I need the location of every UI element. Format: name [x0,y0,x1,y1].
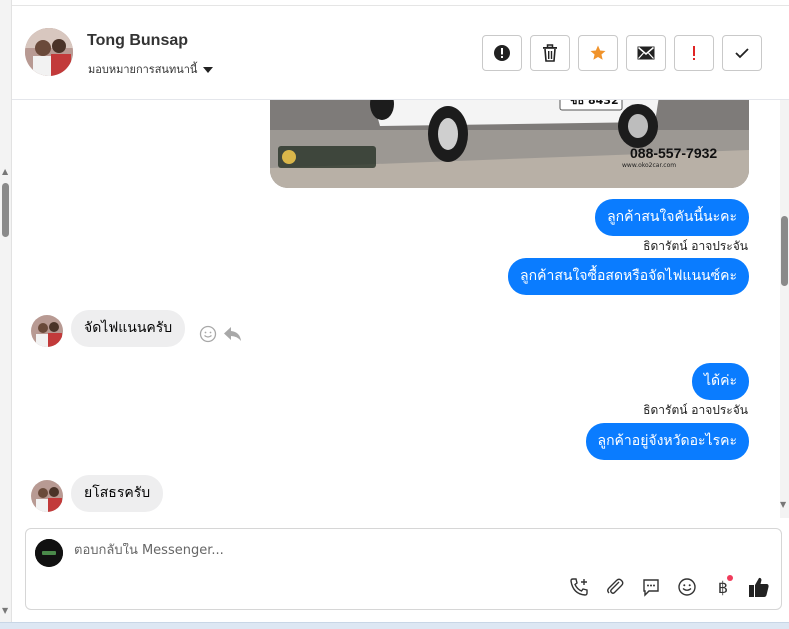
phone-number-text: 088-557-7932 [630,145,718,161]
saved-replies-button[interactable] [639,575,663,599]
notification-dot [727,575,733,581]
caret-down-icon [203,66,214,73]
message-thread[interactable]: ชธ 8432 088-557-7932 www.oko2car.com ลูก… [12,100,780,518]
reply-arrow-icon[interactable] [223,325,243,343]
page-avatar [35,539,63,567]
chat-bubble-icon [643,579,659,597]
incoming-message[interactable]: ยโสธรครับ [71,475,164,512]
phone-plus-icon [570,578,588,596]
checkmark-icon [735,48,749,59]
right-scrollbar-thumb[interactable] [781,216,788,286]
trash-icon [543,44,557,62]
report-spam-button[interactable] [482,35,522,71]
call-button[interactable] [567,575,591,599]
outgoing-message[interactable]: ลูกค้าสนใจซื้อสดหรือจัดไฟแนนซ์คะ [508,258,749,295]
composer-tools: ฿ [567,575,771,599]
contact-avatar[interactable] [25,28,73,76]
sender-name: ธิดารัตน์ อาจประจัน [643,239,748,253]
contact-avatar-small[interactable] [31,315,63,347]
sender-name: ธิดารัตน์ อาจประจัน [643,403,748,417]
thumbs-up-icon [749,577,769,597]
bottom-strip [0,622,789,629]
scroll-down-arrow-icon[interactable]: ▼ [2,606,8,615]
star-icon [590,45,606,60]
outgoing-message[interactable]: ได้ค่ะ [691,363,749,400]
mark-done-button[interactable] [722,35,762,71]
scroll-down-arrow-icon[interactable]: ▼ [780,500,786,509]
website-text: www.oko2car.com [622,162,677,169]
mark-important-button[interactable] [674,35,714,71]
contact-name: Tong Bunsap [87,32,189,49]
baht-icon: ฿ [717,577,729,597]
mark-unread-button[interactable] [626,35,666,71]
payment-button[interactable]: ฿ [711,575,735,599]
license-plate-text: ชธ 8432 [570,100,619,107]
scroll-up-arrow-icon[interactable]: ▲ [2,167,8,176]
delete-button[interactable] [530,35,570,71]
car-photo-attachment[interactable]: ชธ 8432 088-557-7932 www.oko2car.com [270,100,749,188]
attach-button[interactable] [603,575,627,599]
conversation-header: Tong Bunsap มอบหมายการสนทนานี้ [12,6,789,100]
react-smiley-icon[interactable] [199,325,217,343]
reply-input[interactable] [74,543,754,558]
reply-composer: ฿ [25,528,782,610]
exclamation-circle-icon [494,45,510,61]
outgoing-message[interactable]: ลูกค้าสนใจคันนี้นะคะ [595,199,749,236]
assign-conversation-dropdown[interactable]: มอบหมายการสนทนานี้ [88,60,214,78]
left-scrollbar[interactable]: ▲ ▼ [0,0,12,629]
incoming-message[interactable]: จัดไฟแนนครับ [71,310,186,347]
paperclip-icon [607,578,624,594]
right-scrollbar[interactable]: ▼ [780,100,789,518]
outgoing-message[interactable]: ลูกค้าอยู่จังหวัดอะไรคะ [585,423,749,460]
smiley-icon [678,578,696,596]
contact-avatar-small[interactable] [31,480,63,512]
exclamation-icon [693,46,695,60]
envelope-icon [637,46,655,60]
star-button[interactable] [578,35,618,71]
like-button[interactable] [747,575,771,599]
assign-label: มอบหมายการสนทนานี้ [88,63,198,76]
left-scrollbar-thumb[interactable] [2,183,9,237]
header-actions [482,35,762,71]
emoji-button[interactable] [675,575,699,599]
